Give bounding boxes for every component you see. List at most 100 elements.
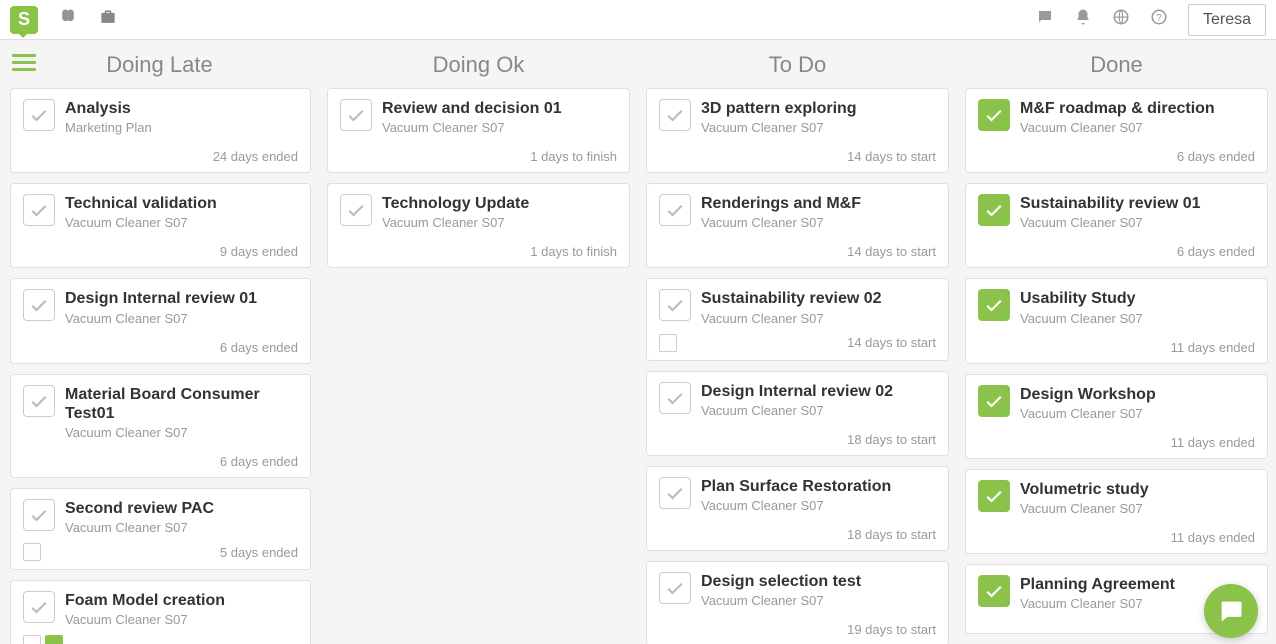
help-icon[interactable]: ? xyxy=(1150,8,1168,31)
tag-empty xyxy=(23,635,41,644)
task-checkbox[interactable] xyxy=(659,194,691,226)
task-card[interactable]: Usability Study Vacuum Cleaner S07 11 days… xyxy=(965,278,1268,363)
task-checkbox[interactable] xyxy=(23,385,55,417)
task-title: Usability Study xyxy=(1020,289,1255,308)
column-body[interactable]: M&F roadmap & direction Vacuum Cleaner S0… xyxy=(957,88,1276,644)
chat-icon[interactable] xyxy=(1036,8,1054,31)
task-project: Vacuum Cleaner S07 xyxy=(701,215,936,230)
task-card[interactable]: Material Board Consumer Test01 Vacuum Cle… xyxy=(10,374,311,478)
task-card[interactable]: Technical validation Vacuum Cleaner S07 9 … xyxy=(10,183,311,268)
task-tags xyxy=(659,334,677,352)
task-checkbox[interactable] xyxy=(978,385,1010,417)
kanban-board: Doing Late Analysis Marketing Plan 24 days… xyxy=(0,40,1276,644)
task-status: 24 days ended xyxy=(23,149,298,164)
task-project: Vacuum Cleaner S07 xyxy=(382,215,617,230)
task-card[interactable]: Foam Model creationVacuum Cleaner S07 xyxy=(10,580,311,644)
intercom-launcher[interactable] xyxy=(1204,584,1258,638)
column-title: Doing Late xyxy=(0,40,319,88)
task-checkbox[interactable] xyxy=(340,99,372,131)
task-status: 18 days to start xyxy=(659,527,936,542)
header-left: S xyxy=(10,6,118,34)
user-menu-button[interactable]: Teresa xyxy=(1188,4,1266,36)
globe-icon[interactable] xyxy=(1112,8,1130,31)
column-title: To Do xyxy=(638,40,957,88)
task-title: Technical validation xyxy=(65,194,298,213)
task-project: Marketing Plan xyxy=(65,120,298,135)
task-title: Analysis xyxy=(65,99,298,118)
task-card[interactable]: Technology UpdateVacuum Cleaner S071 day… xyxy=(327,183,630,268)
task-status: 5 days ended xyxy=(220,545,298,560)
task-project: Vacuum Cleaner S07 xyxy=(65,520,298,535)
task-title: Sustainability review 02 xyxy=(701,289,936,308)
task-title: Second review PAC xyxy=(65,499,298,518)
task-title: Technology Update xyxy=(382,194,617,213)
task-project: Vacuum Cleaner S07 xyxy=(1020,311,1255,326)
task-card[interactable]: Volumetric studyVacuum Cleaner S0711 day… xyxy=(965,469,1268,554)
task-project: Vacuum Cleaner S07 xyxy=(701,498,936,513)
task-checkbox[interactable] xyxy=(659,572,691,604)
task-status: 19 days to start xyxy=(659,622,936,637)
task-status: 11 days ended xyxy=(978,340,1255,355)
task-title: M&F roadmap & direction xyxy=(1020,99,1255,118)
task-card[interactable]: 3D pattern exploringVacuum Cleaner S0714… xyxy=(646,88,949,173)
column-body[interactable]: Review and decision 01Vacuum Cleaner S07… xyxy=(319,88,638,644)
task-checkbox[interactable] xyxy=(659,477,691,509)
task-checkbox[interactable] xyxy=(23,499,55,531)
task-checkbox[interactable] xyxy=(340,194,372,226)
task-card[interactable]: Design selection testVacuum Cleaner S071… xyxy=(646,561,949,644)
task-project: Vacuum Cleaner S07 xyxy=(382,120,617,135)
task-title: Design Workshop xyxy=(1020,385,1255,404)
task-card[interactable]: Review and decision 01Vacuum Cleaner S07… xyxy=(327,88,630,173)
task-status: 6 days ended xyxy=(23,454,298,469)
task-card[interactable]: Design Internal review 01Vacuum Cleaner … xyxy=(10,278,311,363)
task-title: 3D pattern exploring xyxy=(701,99,936,118)
task-checkbox[interactable] xyxy=(659,99,691,131)
task-checkbox[interactable] xyxy=(23,194,55,226)
task-status: 14 days to start xyxy=(847,335,936,350)
task-checkbox[interactable] xyxy=(978,289,1010,321)
task-title: Plan Surface Restoration xyxy=(701,477,936,496)
task-project: Vacuum Cleaner S07 xyxy=(65,215,298,230)
task-status: 1 days to finish xyxy=(340,149,617,164)
task-checkbox[interactable] xyxy=(23,289,55,321)
task-status: 18 days to start xyxy=(659,432,936,447)
task-checkbox[interactable] xyxy=(978,575,1010,607)
column-doing-late: Doing Late Analysis Marketing Plan 24 days… xyxy=(0,40,319,644)
column-body[interactable]: Analysis Marketing Plan 24 days ended Techn… xyxy=(0,88,319,644)
column-doing-ok: Doing Ok Review and decision 01Vacuum Cl… xyxy=(319,40,638,644)
tag-empty xyxy=(659,334,677,352)
task-status: 9 days ended xyxy=(23,244,298,259)
task-card[interactable]: Sustainability review 01Vacuum Cleaner S… xyxy=(965,183,1268,268)
bell-icon[interactable] xyxy=(1074,8,1092,31)
task-card[interactable]: Design Internal review 02 Vacuum Cleaner … xyxy=(646,371,949,456)
briefcase-icon[interactable] xyxy=(98,7,118,32)
task-card[interactable]: Plan Surface Restoration Vacuum Cleaner S… xyxy=(646,466,949,551)
task-project: Vacuum Cleaner S07 xyxy=(65,311,298,326)
column-title: Done xyxy=(957,40,1276,88)
task-checkbox[interactable] xyxy=(978,194,1010,226)
task-card[interactable]: Analysis Marketing Plan 24 days ended xyxy=(10,88,311,173)
task-project: Vacuum Cleaner S07 xyxy=(65,425,298,440)
task-checkbox[interactable] xyxy=(978,99,1010,131)
task-project: Vacuum Cleaner S07 xyxy=(701,120,936,135)
task-title: Sustainability review 01 xyxy=(1020,194,1255,213)
task-title: Design Internal review 02 xyxy=(701,382,936,401)
task-card[interactable]: M&F roadmap & directionVacuum Cleaner S0… xyxy=(965,88,1268,173)
task-status: 11 days ended xyxy=(978,435,1255,450)
task-checkbox[interactable] xyxy=(978,480,1010,512)
column-body[interactable]: 3D pattern exploring Vacuum Cleaner S07 14… xyxy=(638,88,957,644)
task-project: Vacuum Cleaner S07 xyxy=(1020,406,1255,421)
task-title: Material Board Consumer Test01 xyxy=(65,385,298,423)
task-checkbox[interactable] xyxy=(659,382,691,414)
app-logo[interactable]: S xyxy=(10,6,38,34)
task-checkbox[interactable] xyxy=(23,591,55,623)
task-card[interactable]: Design Workshop Vacuum Cleaner S07 11 days… xyxy=(965,374,1268,459)
column-title: Doing Ok xyxy=(319,40,638,88)
task-card[interactable]: Second review PAC Vacuum Cleaner S07 5 day… xyxy=(10,488,311,570)
task-card[interactable]: Sustainability review 02Vacuum Cleaner S… xyxy=(646,278,949,360)
task-project: Vacuum Cleaner S07 xyxy=(701,403,936,418)
task-card[interactable]: Renderings and M&FVacuum Cleaner S0714 d… xyxy=(646,183,949,268)
binoculars-icon[interactable] xyxy=(58,7,78,32)
task-checkbox[interactable] xyxy=(659,289,691,321)
task-checkbox[interactable] xyxy=(23,99,55,131)
